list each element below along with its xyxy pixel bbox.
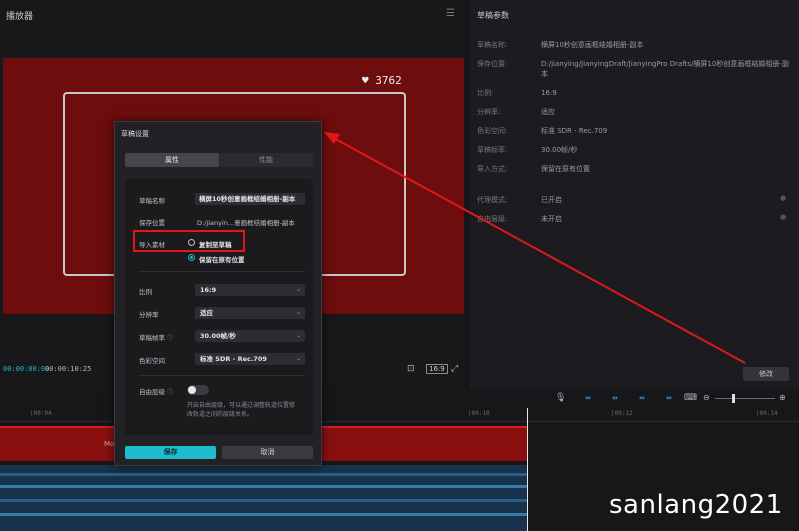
microphone-icon[interactable]: 🎙	[555, 393, 566, 403]
color-space-select[interactable]: 标准 SDR - Rec.709 ⌄	[195, 353, 305, 365]
tick-label: |00:10	[468, 410, 490, 417]
radio-keep-location[interactable]	[188, 254, 195, 261]
prop-label-ratio: 比例:	[477, 89, 494, 97]
zoom-slider[interactable]	[715, 398, 775, 399]
prop-value-proxy: 已开启	[541, 196, 562, 204]
help-icon[interactable]: ⓘ	[167, 335, 173, 342]
prop-label-resolution: 分辨率:	[477, 108, 501, 116]
tick-label: |00:14	[756, 410, 778, 417]
timecode-current: 00:00:00:00	[3, 365, 50, 373]
prop-value-fps: 30.00帧/秒	[541, 146, 578, 154]
clip-label: Mo	[104, 440, 115, 448]
save-button[interactable]: 保存	[125, 446, 216, 459]
player-title: 播放器	[6, 12, 34, 22]
ratio-label: 比例	[139, 288, 152, 296]
likes-count: 3762	[375, 74, 402, 87]
prop-value-location: D:/jianying/JianyingDraft/JianyingPro Dr…	[541, 60, 789, 78]
prop-label-proxy: 代理模式:	[477, 196, 508, 204]
zoom-out-icon[interactable]: ⊖	[703, 393, 710, 402]
draft-settings-dialog: 草稿设置 属性 性能 草稿名称 横屏10秒创意画框结婚相册-副本 保存位置 D:…	[114, 121, 322, 466]
waveform	[0, 485, 527, 488]
cancel-button[interactable]: 取消	[222, 446, 313, 459]
fps-select-value: 30.00帧/秒	[200, 332, 236, 340]
radio-keep-label[interactable]: 保留在原有位置	[199, 254, 245, 264]
timeline-toolbar: 🎙 ⇹ ⇹ ⇹ ⇹ ⌨ ⊖ ⊕	[527, 388, 799, 408]
prop-label-color: 色彩空间:	[477, 127, 508, 135]
free-layer-description: 开启自由层级，可以通过调整轨道位置修改轨道之间的层级关系。	[187, 402, 296, 418]
app-root: 播放器 ☰ ♥ 3762 00:00:00:00 00:00:10:25 ⊡ 1…	[0, 0, 799, 531]
settings-form: 草稿名称 横屏10秒创意画框结婚相册-副本 保存位置 D:/jianyin...…	[125, 179, 313, 435]
prop-label-location: 保存位置:	[477, 60, 508, 68]
prop-label-name: 草稿名称:	[477, 41, 508, 49]
prop-value-name: 横屏10秒创意画框结婚相册-副本	[541, 41, 644, 49]
draft-name-input[interactable]: 横屏10秒创意画框结婚相册-副本	[195, 193, 305, 205]
chevron-down-icon: ⌄	[295, 332, 301, 339]
divider	[139, 271, 305, 272]
waveform	[0, 499, 527, 502]
resolution-select-value: 适应	[200, 309, 213, 317]
chevron-down-icon: ⌄	[295, 309, 301, 316]
prop-label-import: 导入方式:	[477, 165, 508, 173]
free-layer-label-text: 自由层级	[139, 388, 165, 396]
draft-params-panel: 草稿参数 草稿名称: 横屏10秒创意画框结婚相册-副本 保存位置: D:/jia…	[469, 0, 799, 388]
caption-icon[interactable]: ⌨	[684, 393, 697, 403]
fullscreen-icon[interactable]: ⤢	[451, 364, 458, 374]
free-layer-label: 自由层级 ⓘ	[139, 386, 173, 396]
playhead[interactable]	[527, 408, 528, 531]
divider	[139, 375, 305, 376]
props-title: 草稿参数	[477, 11, 509, 20]
help-icon[interactable]: ⓘ	[167, 389, 173, 396]
tick-label: |00:12	[611, 410, 633, 417]
likes-counter: ♥ 3762	[362, 74, 402, 87]
zoom-in-icon[interactable]: ⊕	[779, 393, 786, 402]
ratio-select-value: 16:9	[200, 286, 217, 294]
modify-button[interactable]: 修改	[743, 367, 789, 381]
fps-label-text: 草稿帧率	[139, 334, 165, 342]
tab-properties[interactable]: 属性	[125, 153, 219, 167]
watermark: sanlang2021	[609, 490, 783, 520]
info-icon: ●	[780, 194, 787, 202]
prop-value-free-layer: 未开启	[541, 215, 562, 223]
name-label: 草稿名称	[139, 197, 165, 205]
prop-value-ratio: 16:9	[541, 89, 557, 97]
preview-axis-icon[interactable]: ⇹	[666, 394, 672, 402]
resolution-select[interactable]: 适应 ⌄	[195, 307, 305, 319]
highlight-box	[133, 230, 245, 252]
waveform	[0, 473, 527, 476]
linkage-icon[interactable]: ⇹	[639, 394, 645, 402]
link-icon[interactable]: ⇹	[585, 394, 591, 402]
location-value: D:/jianyin...意画框结婚相册-副本	[197, 219, 295, 227]
ratio-button[interactable]: 16:9	[426, 364, 448, 374]
prop-value-import: 保留在原有位置	[541, 165, 590, 173]
tab-performance[interactable]: 性能	[219, 153, 313, 167]
tick-label: |00:04	[30, 410, 52, 417]
chevron-down-icon: ⌄	[295, 355, 301, 362]
ratio-select[interactable]: 16:9 ⌄	[195, 284, 305, 296]
fit-icon[interactable]: ⊡	[407, 364, 415, 374]
resolution-label: 分辨率	[139, 311, 159, 319]
audio-track-clip[interactable]	[0, 465, 527, 531]
color-space-select-value: 标准 SDR - Rec.709	[200, 355, 267, 363]
prop-label-fps: 草稿帧率:	[477, 146, 508, 154]
chevron-down-icon: ⌄	[295, 286, 301, 293]
heart-icon: ♥	[362, 74, 369, 87]
waveform	[0, 513, 527, 516]
location-label: 保存位置	[139, 219, 165, 227]
fps-label: 草稿帧率 ⓘ	[139, 332, 173, 342]
zoom-slider-handle[interactable]	[732, 394, 735, 403]
prop-value-color: 标准 SDR - Rec.709	[541, 127, 608, 135]
timecode-total: 00:00:10:25	[45, 365, 92, 373]
dialog-tabs: 属性 性能	[125, 153, 313, 167]
prop-label-free-layer: 自由层级:	[477, 215, 508, 223]
fps-select[interactable]: 30.00帧/秒 ⌄	[195, 330, 305, 342]
dialog-title: 草稿设置	[121, 130, 149, 138]
free-layer-toggle[interactable]	[187, 385, 209, 395]
color-space-label: 色彩空间	[139, 357, 165, 365]
menu-icon[interactable]: ☰	[446, 8, 455, 19]
snap-icon[interactable]: ⇹	[612, 394, 618, 402]
info-icon: ●	[780, 213, 787, 221]
prop-value-resolution: 适应	[541, 108, 555, 116]
